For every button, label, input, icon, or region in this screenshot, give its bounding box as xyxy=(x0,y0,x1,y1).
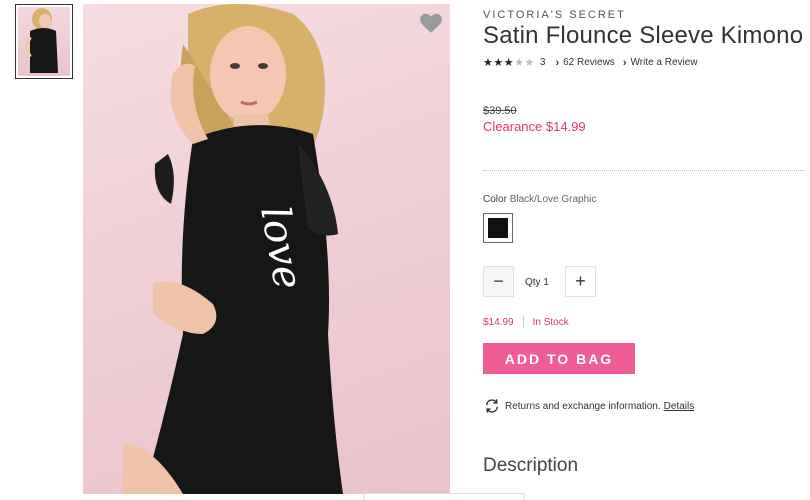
product-main-image: love xyxy=(83,4,450,494)
stock-row: $14.99 In Stock xyxy=(483,316,569,328)
color-swatch-black[interactable] xyxy=(483,213,513,243)
plus-icon: + xyxy=(575,271,586,291)
color-label: Color Black/Love Graphic xyxy=(483,194,596,205)
color-value: Black/Love Graphic xyxy=(509,194,597,205)
quantity-value: Qty 1 xyxy=(525,277,549,288)
returns-text: Returns and exchange information. xyxy=(505,400,661,412)
thumbnail-image xyxy=(18,7,70,76)
chevron-right-icon: › xyxy=(622,56,627,69)
quantity-decrease-button[interactable]: − xyxy=(483,266,514,297)
wishlist-heart-icon[interactable] xyxy=(418,10,444,36)
original-price: $39.50 xyxy=(483,105,517,117)
color-label-text: Color xyxy=(483,194,507,205)
returns-info: Returns and exchange information. Detail… xyxy=(483,398,694,414)
reviews-link[interactable]: › 62 Reviews xyxy=(555,57,614,69)
write-review-link[interactable]: › Write a Review xyxy=(623,57,698,69)
chevron-right-icon: › xyxy=(555,56,560,69)
write-review-label: Write a Review xyxy=(630,57,698,68)
returns-details-link[interactable]: Details xyxy=(664,401,695,412)
minus-icon: − xyxy=(493,271,504,291)
star-icon: ★ xyxy=(524,57,535,69)
clearance-price: Clearance $14.99 xyxy=(483,119,586,134)
star-icon: ★ xyxy=(493,57,504,69)
stock-status: In Stock xyxy=(532,316,569,328)
star-rating: ★★★★★ xyxy=(483,56,535,69)
star-icon: ★ xyxy=(503,57,515,69)
product-thumbnail[interactable] xyxy=(15,4,73,79)
section-divider xyxy=(483,170,805,171)
star-icon: ★ xyxy=(483,57,494,69)
returns-icon xyxy=(485,399,499,413)
rating-count: 3 xyxy=(539,57,546,68)
quantity-increase-button[interactable]: + xyxy=(565,266,596,297)
description-heading: Description xyxy=(483,455,579,476)
swatch-fill xyxy=(487,217,509,239)
stock-separator xyxy=(522,316,524,328)
stock-price: $14.99 xyxy=(483,316,514,328)
add-to-bag-button[interactable]: ADD TO BAG xyxy=(483,343,635,374)
brand-name: VICTORIA'S SECRET xyxy=(483,9,626,21)
product-title: Satin Flounce Sleeve Kimono xyxy=(483,22,804,49)
rating-row: ★★★★★ 3 › 62 Reviews › Write a Review xyxy=(483,56,706,70)
reviews-link-label: 62 Reviews xyxy=(563,57,615,68)
star-icon: ★ xyxy=(514,57,525,69)
